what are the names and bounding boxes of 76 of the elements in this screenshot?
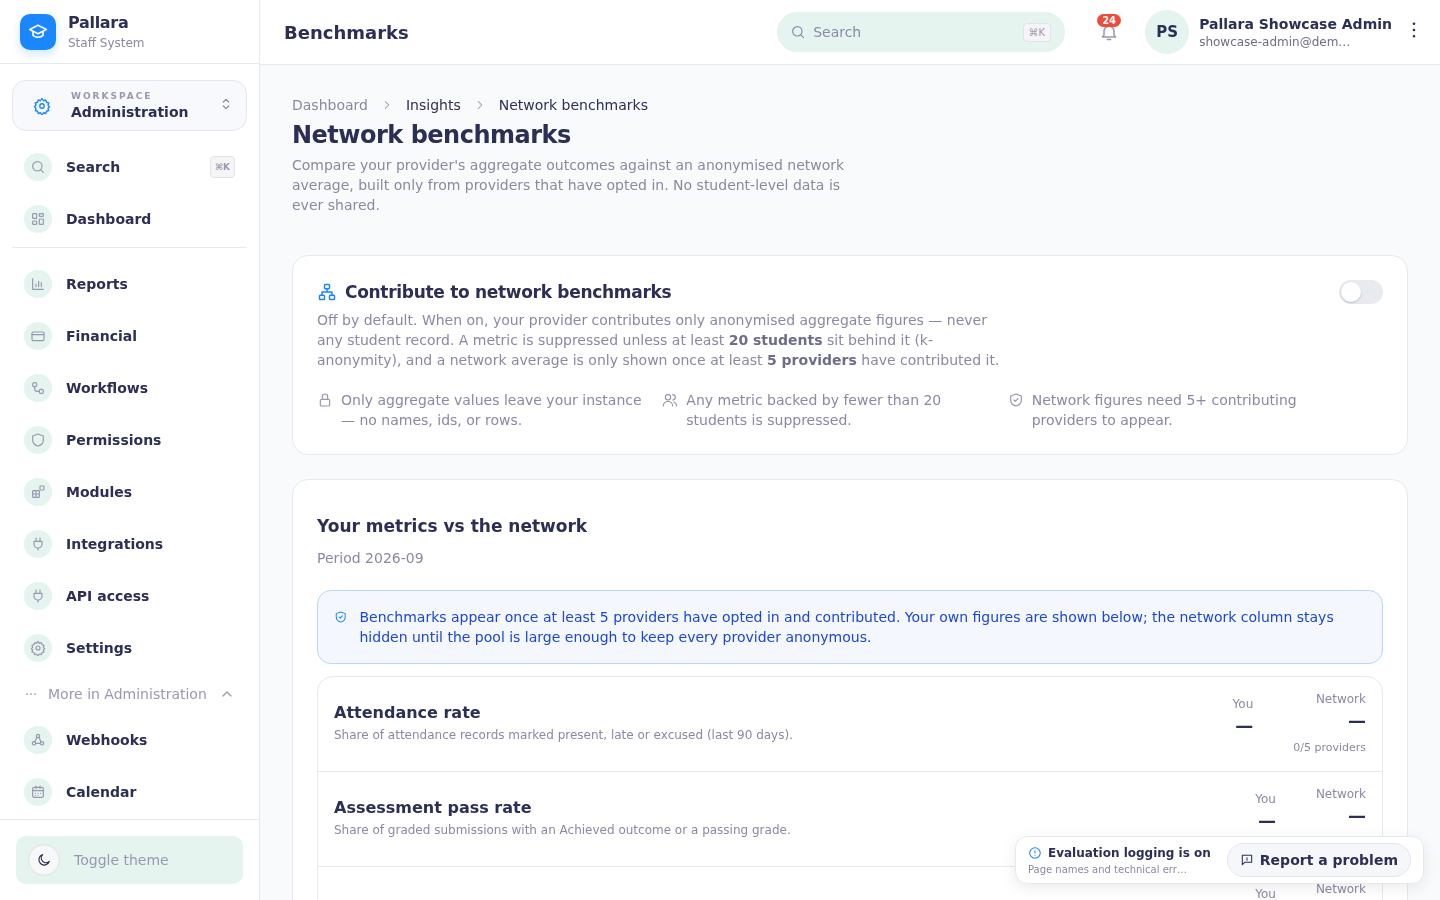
- column-label: You: [1255, 793, 1276, 806]
- shortcut-hint: ⌘K: [1022, 23, 1052, 42]
- shortcut-hint: ⌘K: [209, 156, 235, 178]
- user-name: Pallara Showcase Admin: [1199, 15, 1392, 32]
- user-email: showcase-admin@dem…: [1199, 34, 1352, 49]
- metric-name: Assessment pass rate: [334, 798, 533, 817]
- brand-subtitle: Staff System: [68, 36, 145, 50]
- metric-value: —: [1348, 805, 1366, 826]
- bar-chart-icon: [30, 276, 46, 292]
- calendar-icon: [30, 784, 46, 800]
- metric-description: Share of attendance records marked present, late or excused (last 90 days).: [334, 728, 794, 742]
- privacy-point: Network figures need 5+ contributing providers to appear.: [1031, 391, 1298, 430]
- user-avatar[interactable]: PS: [1145, 10, 1190, 54]
- moon-icon: [36, 852, 52, 868]
- nav-item[interactable]: Reports: [0, 258, 259, 310]
- toast-text: Page names and technical err…: [1027, 863, 1188, 875]
- settings-icon: [30, 640, 46, 656]
- graduation-cap-icon: [20, 13, 56, 50]
- page-header-title: Benchmarks: [284, 21, 410, 43]
- more-vertical-icon[interactable]: [1412, 22, 1416, 38]
- nav-item[interactable]: Search ⌘K: [0, 141, 259, 193]
- settings-icon: [33, 96, 51, 115]
- nav-item[interactable]: Integrations: [0, 518, 259, 570]
- metric-description: Share of graded submissions with an Achieved outcome or a passing grade.: [334, 823, 792, 837]
- search-icon: [790, 24, 807, 40]
- plug-icon: [30, 588, 46, 604]
- plug-icon: [30, 536, 46, 552]
- nav-item[interactable]: Financial: [0, 310, 259, 362]
- metric-name: Attendance rate: [334, 703, 482, 722]
- column-label: Network: [1315, 883, 1366, 896]
- column-label: Network: [1315, 788, 1366, 801]
- blocks-icon: [30, 484, 46, 500]
- privacy-point: Only aggregate values leave your instance — no names, ids, or rows.: [341, 391, 643, 430]
- workspace-switcher[interactable]: WORKSPACE Administration: [12, 80, 247, 131]
- shield-icon: [30, 432, 46, 448]
- metric-value: —: [1257, 810, 1276, 831]
- info-icon: [1027, 845, 1042, 860]
- page-description: Compare your provider's aggregate outcomes against an anonymised network average, built only from providers that have opted in. No student-level data is ever shared.: [292, 156, 846, 215]
- nav-item[interactable]: Workflows: [0, 362, 259, 414]
- page-title: Network benchmarks: [292, 121, 572, 149]
- users-icon: [662, 392, 679, 408]
- column-label: You: [1232, 698, 1254, 711]
- metric-value: —: [1235, 715, 1254, 736]
- grid-icon: [30, 211, 46, 227]
- provider-count: 0/5 providers: [1293, 741, 1366, 754]
- column-label: Network: [1315, 693, 1366, 706]
- search-icon: [30, 159, 46, 175]
- column-label: You: [1255, 888, 1276, 900]
- nav-item[interactable]: Calendar: [0, 766, 259, 818]
- breadcrumb-link[interactable]: Network benchmarks: [498, 97, 648, 113]
- message-icon: [1239, 853, 1254, 867]
- period-label: Period 2026-09: [317, 550, 425, 566]
- webhook-icon: [30, 732, 46, 748]
- contribute-toggle[interactable]: [1339, 280, 1383, 304]
- card-title: Your metrics vs the network: [317, 516, 589, 536]
- hierarchy-icon: [317, 282, 337, 302]
- card-title: Contribute to network benchmarks: [345, 282, 672, 302]
- card-description: Off by default. When on, your provider contributes only anonymised aggregate figures — never any student record. A metric is suppressed unless at least 20 students sit behind it (k-anonymity), and a network average is only shown once at least 5 providers have contributed it.: [317, 311, 1001, 370]
- toast-title: Evaluation logging is on: [1047, 845, 1211, 860]
- brand-name: Pallara: [68, 13, 130, 32]
- banner-text: Benchmarks appear once at least 5 providers have opted in and contributed. Your own figures are shown below; the network column stays hidden until the pool is large enough to keep every provider anonymous.: [359, 608, 1335, 647]
- notification-badge: 24: [1097, 14, 1122, 27]
- breadcrumb-link[interactable]: Insights: [405, 97, 461, 113]
- nav-item[interactable]: Dashboard: [0, 193, 259, 245]
- nav-item[interactable]: Modules: [0, 466, 259, 518]
- nodes-icon: [30, 380, 46, 396]
- privacy-point: Any metric backed by fewer than 20 students is suppressed.: [686, 391, 943, 430]
- report-problem-button[interactable]: Report a problem: [1226, 843, 1411, 877]
- nav-item[interactable]: Permissions: [0, 414, 259, 466]
- nav-item[interactable]: API access: [0, 570, 259, 622]
- metric-value: —: [1348, 710, 1366, 731]
- lock-icon: [317, 392, 333, 408]
- card-icon: [30, 328, 46, 344]
- nav-item[interactable]: Settings: [0, 622, 259, 674]
- nav-item[interactable]: Webhooks: [0, 714, 259, 766]
- shield-check-icon: [1007, 392, 1024, 408]
